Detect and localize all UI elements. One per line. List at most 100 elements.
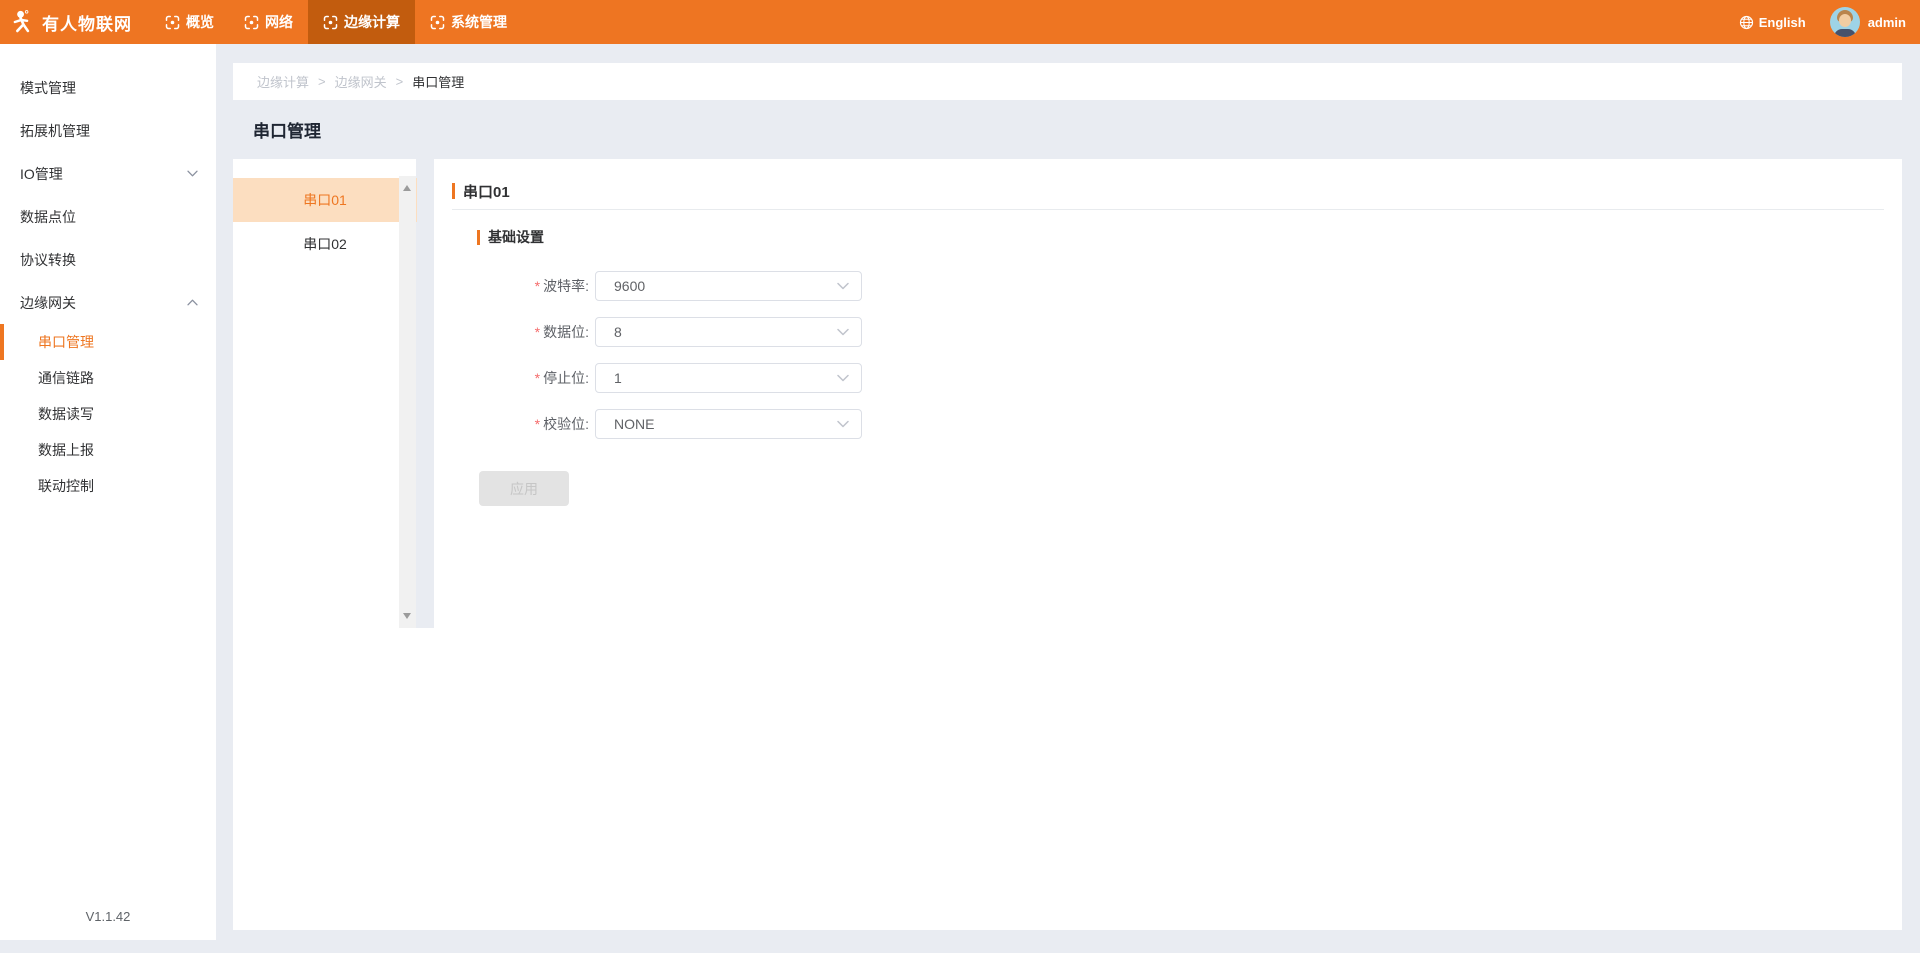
baud-rate-label: *波特率: bbox=[452, 276, 589, 296]
sidebar-item-label: 边缘网关 bbox=[20, 293, 76, 313]
breadcrumb-separator: > bbox=[318, 74, 326, 89]
form-row-stop-bits: *停止位: 1 bbox=[452, 363, 1884, 393]
sidebar-subitem-label: 串口管理 bbox=[38, 332, 94, 352]
apply-button[interactable]: 应用 bbox=[479, 471, 569, 506]
language-switch[interactable]: English bbox=[1739, 15, 1806, 30]
firmware-version-label: V1.1.42 bbox=[0, 909, 216, 924]
chevron-down-icon bbox=[837, 420, 849, 428]
page-title-band: 串口管理 bbox=[233, 100, 1902, 159]
sidebar-subitem-data-reporting[interactable]: 数据上报 bbox=[0, 432, 216, 468]
sidebar-item-label: 拓展机管理 bbox=[20, 121, 90, 141]
form-row-baud-rate: *波特率: 9600 bbox=[452, 271, 1884, 301]
nav-tab-label: 概览 bbox=[186, 12, 214, 32]
serial-port-panel: 串口01 串口02 串口01 基础设置 bbox=[233, 159, 1902, 930]
sidebar-subitem-serial-port-management[interactable]: 串口管理 bbox=[0, 324, 216, 360]
field-label-text: 波特率: bbox=[543, 278, 589, 294]
sidebar-item-label: IO管理 bbox=[20, 164, 63, 184]
parity-select[interactable]: NONE bbox=[595, 409, 862, 439]
sidebar-subitem-communication-link[interactable]: 通信链路 bbox=[0, 360, 216, 396]
avatar-face bbox=[1839, 14, 1851, 27]
required-mark: * bbox=[535, 324, 540, 340]
accent-bar bbox=[452, 183, 455, 199]
form-row-parity: *校验位: NONE bbox=[452, 409, 1884, 439]
scan-icon bbox=[165, 15, 180, 30]
field-label-text: 数据位: bbox=[543, 324, 589, 340]
nav-tab-edge-computing[interactable]: 边缘计算 bbox=[308, 0, 415, 44]
language-label: English bbox=[1759, 15, 1806, 30]
chevron-down-icon bbox=[837, 374, 849, 382]
detail-header: 串口01 bbox=[452, 180, 1884, 202]
breadcrumb-item-current: 串口管理 bbox=[412, 72, 464, 91]
required-mark: * bbox=[535, 416, 540, 432]
sidebar-item-label: 模式管理 bbox=[20, 78, 76, 98]
serial-port-item-label: 串口01 bbox=[303, 190, 347, 210]
sidebar: 模式管理 拓展机管理 IO管理 数据点位 协议转换 边缘网关 串口管理 通信链路 bbox=[0, 44, 216, 940]
user-avatar[interactable] bbox=[1830, 7, 1860, 37]
top-header-bar: 有人物联网 概览 网络 边缘计算 bbox=[0, 0, 1920, 44]
breadcrumb-item-edge-computing[interactable]: 边缘计算 bbox=[257, 72, 309, 91]
required-mark: * bbox=[535, 278, 540, 294]
nav-tab-overview[interactable]: 概览 bbox=[150, 0, 229, 44]
sidebar-item-edge-gateway[interactable]: 边缘网关 bbox=[0, 281, 216, 324]
accent-bar bbox=[477, 230, 480, 245]
serial-port-item-label: 串口02 bbox=[303, 234, 347, 254]
page-title: 串口管理 bbox=[253, 117, 321, 142]
breadcrumb: 边缘计算 > 边缘网关 > 串口管理 bbox=[233, 63, 1902, 100]
nav-tab-system[interactable]: 系统管理 bbox=[415, 0, 522, 44]
sidebar-subitem-label: 数据上报 bbox=[38, 440, 94, 460]
stop-bits-select[interactable]: 1 bbox=[595, 363, 862, 393]
sidebar-subitem-label: 通信链路 bbox=[38, 368, 94, 388]
sidebar-menu: 模式管理 拓展机管理 IO管理 数据点位 协议转换 边缘网关 串口管理 通信链路 bbox=[0, 44, 216, 504]
divider bbox=[452, 209, 1884, 210]
sidebar-subitem-label: 联动控制 bbox=[38, 476, 94, 496]
scrollbar-up-icon[interactable] bbox=[403, 185, 411, 191]
stop-bits-label: *停止位: bbox=[452, 368, 589, 388]
sidebar-subitem-data-read-write[interactable]: 数据读写 bbox=[0, 396, 216, 432]
serial-port-list: 串口01 串口02 bbox=[233, 159, 434, 628]
nav-tab-network[interactable]: 网络 bbox=[229, 0, 308, 44]
serial-port-detail: 串口01 基础设置 *波特率: 9600 bbox=[434, 159, 1902, 930]
basic-settings-header: 基础设置 bbox=[477, 228, 1884, 246]
nav-tab-label: 系统管理 bbox=[451, 12, 507, 32]
section-title: 基础设置 bbox=[488, 227, 544, 247]
form-row-data-bits: *数据位: 8 bbox=[452, 317, 1884, 347]
sidebar-item-io-management[interactable]: IO管理 bbox=[0, 152, 216, 195]
scan-icon bbox=[430, 15, 445, 30]
sidebar-item-extension-management[interactable]: 拓展机管理 bbox=[0, 109, 216, 152]
parity-label: *校验位: bbox=[452, 414, 589, 434]
detail-title: 串口01 bbox=[463, 181, 510, 202]
nav-tab-label: 边缘计算 bbox=[344, 12, 400, 32]
data-bits-select[interactable]: 8 bbox=[595, 317, 862, 347]
sidebar-item-data-points[interactable]: 数据点位 bbox=[0, 195, 216, 238]
topbar-right: English admin bbox=[1739, 7, 1920, 37]
sidebar-subitem-label: 数据读写 bbox=[38, 404, 94, 424]
scrollbar-down-icon[interactable] bbox=[403, 613, 411, 619]
field-label-text: 停止位: bbox=[543, 370, 589, 386]
sidebar-item-protocol-conversion[interactable]: 协议转换 bbox=[0, 238, 216, 281]
serial-port-list-item-01[interactable]: 串口01 bbox=[233, 178, 417, 222]
scan-icon bbox=[323, 15, 338, 30]
serial-port-list-item-02[interactable]: 串口02 bbox=[233, 222, 417, 266]
list-scrollbar[interactable] bbox=[399, 176, 416, 628]
main-content: 边缘计算 > 边缘网关 > 串口管理 串口管理 串口01 串口02 bbox=[233, 44, 1902, 930]
sidebar-item-label: 协议转换 bbox=[20, 250, 76, 270]
avatar-body bbox=[1834, 29, 1856, 37]
breadcrumb-item-edge-gateway[interactable]: 边缘网关 bbox=[335, 72, 387, 91]
sidebar-item-label: 数据点位 bbox=[20, 207, 76, 227]
baud-rate-select[interactable]: 9600 bbox=[595, 271, 862, 301]
field-label-text: 校验位: bbox=[543, 416, 589, 432]
required-mark: * bbox=[535, 370, 540, 386]
scan-icon bbox=[244, 15, 259, 30]
username-label[interactable]: admin bbox=[1868, 15, 1906, 30]
sidebar-subitem-linkage-control[interactable]: 联动控制 bbox=[0, 468, 216, 504]
serial-port-items: 串口01 串口02 bbox=[233, 178, 417, 266]
nav-tab-label: 网络 bbox=[265, 12, 293, 32]
basic-settings-form: *波特率: 9600 *数据位: 8 bbox=[452, 271, 1884, 506]
data-bits-value: 8 bbox=[614, 324, 837, 340]
breadcrumb-separator: > bbox=[396, 74, 404, 89]
main-nav: 概览 网络 边缘计算 系统管理 bbox=[150, 0, 522, 44]
chevron-up-icon bbox=[187, 299, 198, 306]
sidebar-item-mode-management[interactable]: 模式管理 bbox=[0, 66, 216, 109]
app-logo: 有人物联网 bbox=[0, 8, 150, 36]
stop-bits-value: 1 bbox=[614, 370, 837, 386]
